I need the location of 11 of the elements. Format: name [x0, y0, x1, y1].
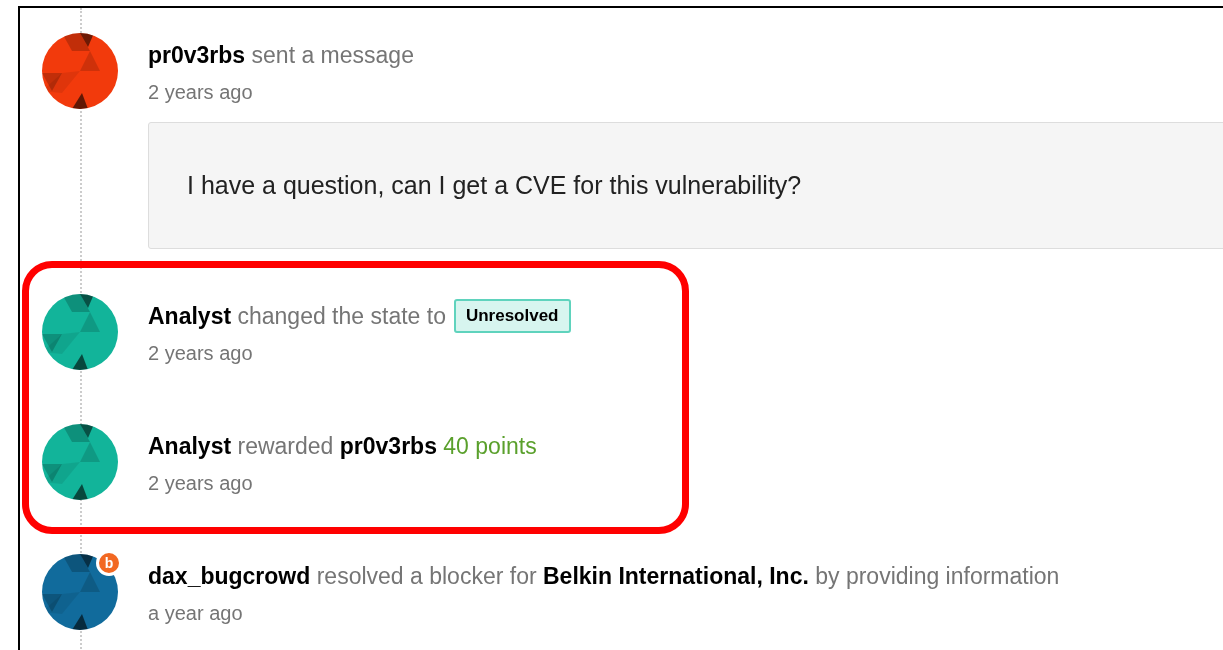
- activity-headline: dax_bugcrowd resolved a blocker for Belkin International, Inc. by providing information: [148, 562, 1060, 590]
- activity-headline: Analyst rewarded pr0v3rbs 40 points: [148, 432, 537, 460]
- timestamp: 2 years ago: [148, 472, 254, 495]
- activity-headline: pr0v3rbs sent a message: [148, 41, 414, 69]
- timestamp: 2 years ago: [148, 81, 254, 104]
- timestamp: 2 years ago: [148, 342, 254, 365]
- state-badge: Unresolved: [453, 299, 571, 333]
- bugcrowd-badge: b: [96, 550, 122, 576]
- timestamp: a year ago: [148, 602, 244, 625]
- activity-headline: Analyst changed the state to: [148, 302, 446, 330]
- message-text: I have a question, can I get a CVE for this vulnerability?: [148, 122, 1223, 249]
